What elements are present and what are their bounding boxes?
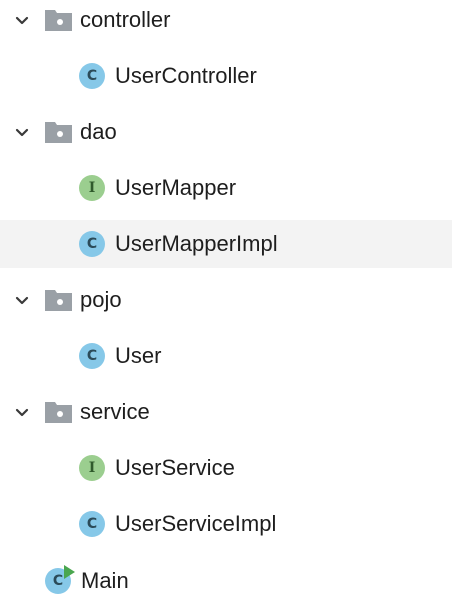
class-icon: C [79, 231, 105, 257]
tree-item-label: service [80, 399, 150, 424]
tree-item-user[interactable]: C User [0, 332, 452, 380]
interface-icon: I [79, 455, 105, 481]
chevron-down-icon[interactable] [11, 121, 33, 143]
class-icon: C [79, 511, 105, 537]
tree-folder-service[interactable]: service [0, 388, 452, 436]
tree-item-userserviceimpl[interactable]: C UserServiceImpl [0, 500, 452, 548]
tree-item-label: Main [81, 568, 129, 593]
tree-item-label: pojo [80, 287, 122, 312]
tree-item-label: UserController [115, 63, 257, 88]
folder-icon [44, 119, 74, 145]
tree-item-label: dao [80, 119, 117, 144]
project-tree: controller C UserController dao I UserMa… [0, 0, 452, 603]
tree-folder-pojo[interactable]: pojo [0, 276, 452, 324]
folder-icon [44, 287, 74, 313]
tree-item-label: controller [80, 7, 171, 32]
tree-item-usermapperimpl[interactable]: C UserMapperImpl [0, 220, 452, 268]
tree-item-label: UserMapperImpl [115, 231, 278, 256]
folder-icon [44, 7, 74, 33]
tree-item-label: UserServiceImpl [115, 511, 277, 536]
folder-icon [44, 399, 74, 425]
tree-item-main[interactable]: C Main [0, 556, 452, 603]
tree-item-usercontroller[interactable]: C UserController [0, 52, 452, 100]
tree-item-label: UserMapper [115, 175, 237, 200]
tree-item-label: UserService [115, 455, 235, 480]
tree-item-userservice[interactable]: I UserService [0, 444, 452, 492]
chevron-down-icon[interactable] [11, 9, 33, 31]
tree-item-label: User [115, 343, 162, 368]
interface-icon: I [79, 175, 105, 201]
class-icon: C [79, 63, 105, 89]
tree-item-usermapper[interactable]: I UserMapper [0, 164, 452, 212]
class-icon: C [79, 343, 105, 369]
chevron-down-icon[interactable] [11, 289, 33, 311]
chevron-down-icon[interactable] [11, 401, 33, 423]
tree-folder-dao[interactable]: dao [0, 108, 452, 156]
run-arrow-icon [64, 565, 75, 579]
tree-folder-controller[interactable]: controller [0, 0, 452, 44]
